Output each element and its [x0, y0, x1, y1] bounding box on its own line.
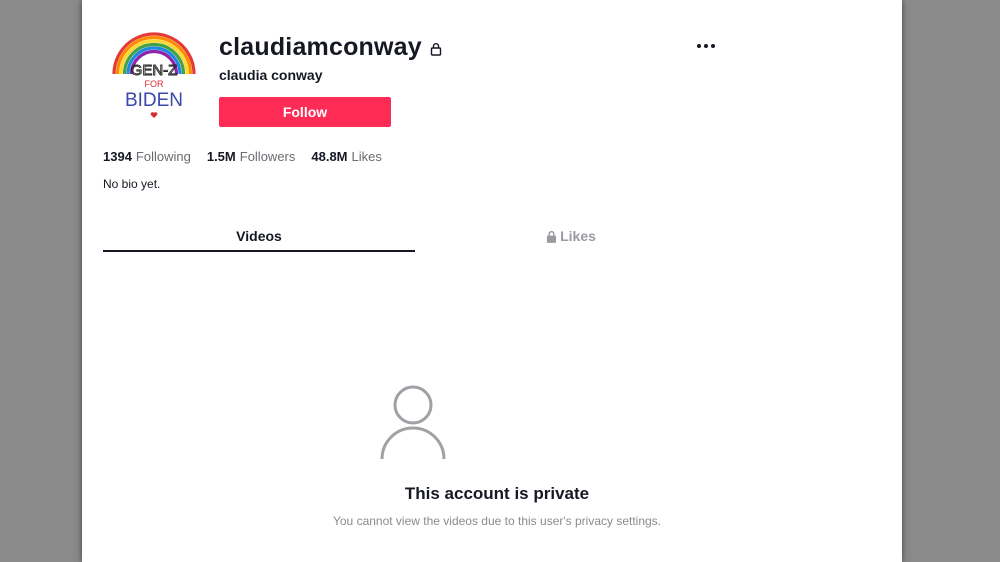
gen-z-for-biden-logo: GEN-Z FOR BIDEN: [112, 32, 196, 118]
profile-stats: 1394 Following 1.5M Followers 48.8M Likes: [103, 149, 382, 164]
user-icon: [380, 385, 446, 460]
more-dots-icon: [697, 44, 701, 48]
more-options-button[interactable]: [694, 36, 718, 56]
profile-username-row: claudiamconway: [219, 33, 442, 62]
display-name: claudia conway: [219, 67, 323, 83]
profile-tabs: Videos Likes: [103, 222, 727, 252]
private-account-title: This account is private: [404, 484, 590, 503]
bio: No bio yet.: [103, 177, 161, 191]
follow-button[interactable]: Follow: [219, 97, 391, 127]
followers-count[interactable]: 1.5M Followers: [207, 149, 296, 164]
avatar[interactable]: GEN-Z FOR BIDEN: [104, 28, 204, 128]
tab-videos[interactable]: Videos: [103, 222, 415, 252]
following-count[interactable]: 1394 Following: [103, 149, 191, 164]
svg-text:GEN-Z: GEN-Z: [131, 62, 178, 79]
username: claudiamconway: [219, 33, 422, 61]
svg-text:BIDEN: BIDEN: [125, 90, 183, 111]
svg-text:FOR: FOR: [145, 79, 164, 89]
tab-likes[interactable]: Likes: [415, 222, 727, 250]
lock-icon: [547, 230, 557, 243]
lock-icon: [430, 42, 442, 56]
private-account-subtitle: You cannot view the videos due to this u…: [332, 514, 662, 528]
profile-page: [82, 0, 902, 562]
likes-count: 48.8M Likes: [311, 149, 382, 164]
